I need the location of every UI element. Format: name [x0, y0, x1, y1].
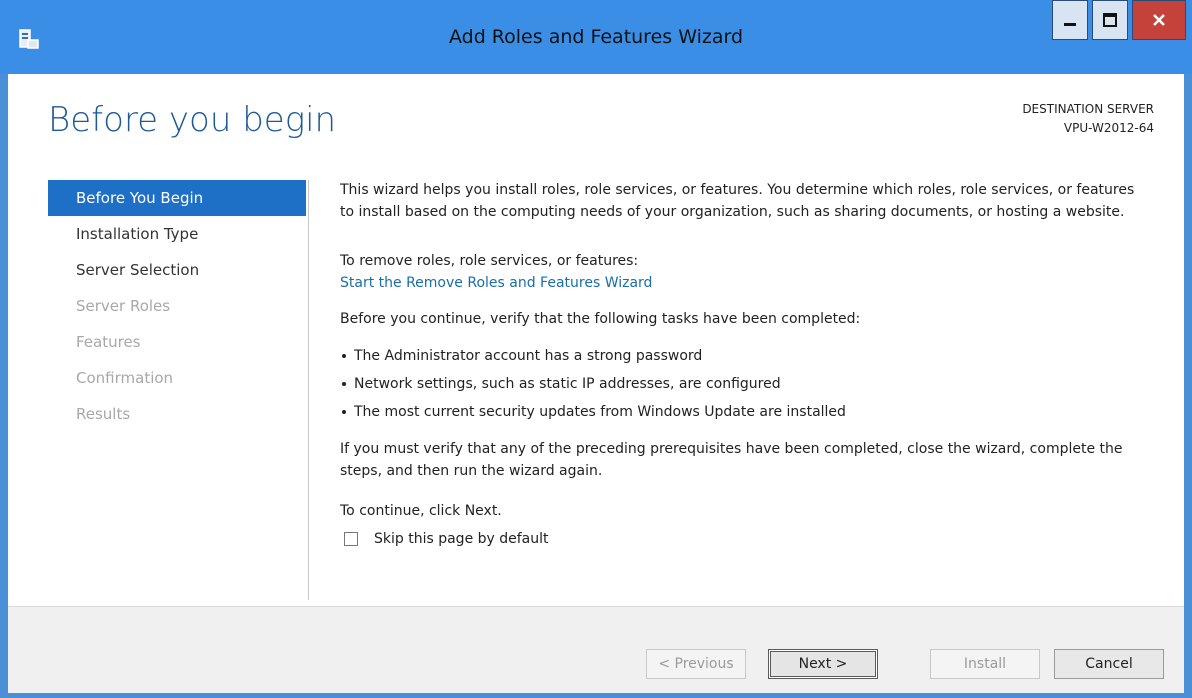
- wizard-window: Add Roles and Features Wizard Before you…: [0, 0, 1192, 698]
- verify-text: Before you continue, verify that the fol…: [340, 311, 861, 327]
- list-item: The Administrator account has a strong p…: [340, 342, 1150, 370]
- remove-wizard-link[interactable]: Start the Remove Roles and Features Wiza…: [340, 272, 1150, 294]
- intro-text: This wizard helps you install roles, rol…: [340, 182, 1135, 220]
- nav-item-installation-type[interactable]: Installation Type: [48, 216, 306, 252]
- destination-server-info: DESTINATION SERVER VPU-W2012-64: [1022, 100, 1154, 138]
- destination-label: DESTINATION SERVER: [1022, 102, 1154, 116]
- maximize-button[interactable]: [1092, 0, 1128, 40]
- nav-item-server-selection[interactable]: Server Selection: [48, 252, 306, 288]
- list-item: Network settings, such as static IP addr…: [340, 370, 1150, 398]
- wizard-body: Before you begin DESTINATION SERVER VPU-…: [8, 74, 1184, 693]
- button-bar: < Previous Next > Install Cancel: [8, 606, 1184, 693]
- previous-button[interactable]: < Previous: [646, 649, 746, 679]
- close-button[interactable]: [1132, 0, 1186, 40]
- maximize-icon: [1103, 13, 1117, 27]
- minimize-icon: [1064, 23, 1076, 26]
- install-button[interactable]: Install: [930, 649, 1040, 679]
- remove-label: To remove roles, role services, or featu…: [340, 253, 639, 269]
- content-pane: This wizard helps you install roles, rol…: [340, 180, 1150, 550]
- page-title: Before you begin: [48, 100, 337, 140]
- wizard-steps-nav: Before You Begin Installation Type Serve…: [48, 180, 306, 432]
- window-title: Add Roles and Features Wizard: [448, 26, 744, 48]
- continue-text: To continue, click Next.: [340, 503, 502, 519]
- list-item: The most current security updates from W…: [340, 398, 1150, 426]
- prereq-text: If you must verify that any of the prece…: [340, 441, 1123, 479]
- title-bar[interactable]: Add Roles and Features Wizard: [0, 0, 1192, 74]
- nav-item-before-you-begin[interactable]: Before You Begin: [48, 180, 306, 216]
- cancel-button[interactable]: Cancel: [1054, 649, 1164, 679]
- destination-server-name: VPU-W2012-64: [1063, 121, 1154, 135]
- minimize-button[interactable]: [1052, 0, 1088, 40]
- skip-page-option[interactable]: Skip this page by default: [340, 528, 1150, 550]
- skip-page-label[interactable]: Skip this page by default: [374, 528, 549, 550]
- skip-page-checkbox[interactable]: [344, 532, 358, 546]
- prerequisite-list: The Administrator account has a strong p…: [340, 342, 1150, 426]
- nav-item-features: Features: [76, 333, 141, 351]
- next-button[interactable]: Next >: [768, 649, 878, 679]
- nav-divider: [308, 180, 309, 600]
- nav-item-confirmation: Confirmation: [76, 369, 174, 387]
- nav-item-server-roles: Server Roles: [76, 297, 171, 315]
- close-icon: [1153, 14, 1165, 26]
- nav-item-results: Results: [76, 405, 131, 423]
